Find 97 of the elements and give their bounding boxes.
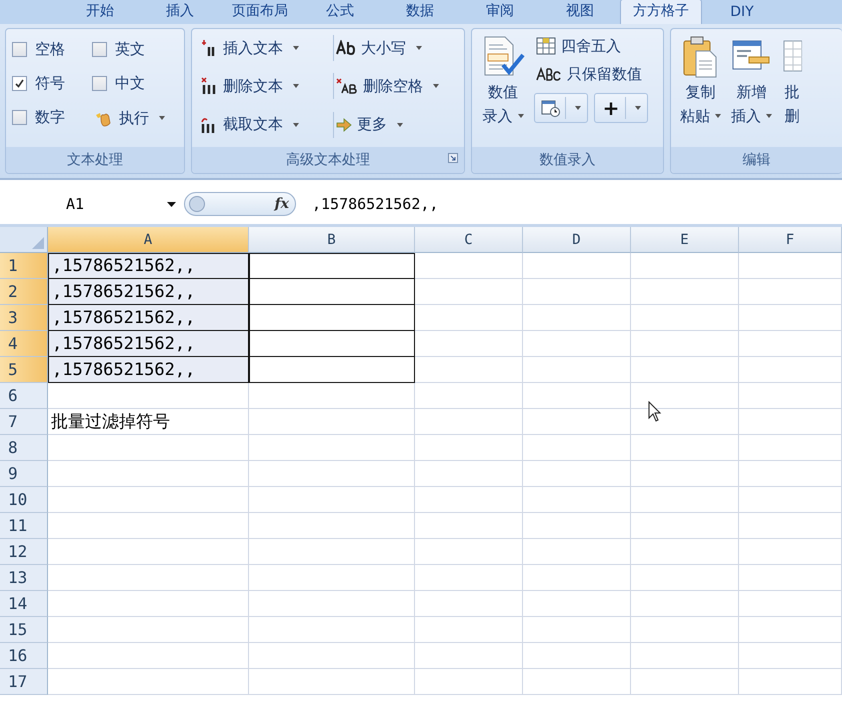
checkbox[interactable]	[12, 42, 27, 56]
ribbon-button[interactable]: 只保留数值	[534, 61, 648, 87]
caret-icon	[159, 116, 165, 120]
ribbon-button[interactable]: 更多	[334, 112, 458, 138]
checkbox-label: 空格	[35, 40, 65, 58]
split-button[interactable]: +	[594, 93, 648, 123]
column-header[interactable]: F	[739, 227, 842, 253]
checkbox[interactable]	[12, 76, 27, 90]
ribbon-tab[interactable]: 数据	[380, 0, 460, 24]
caret-icon	[293, 122, 299, 127]
group-title: 数值录入	[472, 147, 663, 173]
number-entry-button[interactable]: 数值 录入	[478, 33, 528, 143]
checkbox[interactable]	[12, 110, 27, 124]
ribbon-tab[interactable]: 页面布局	[220, 0, 300, 24]
ribbon-tab[interactable]: 开始	[60, 0, 140, 24]
clipboard-icon	[682, 35, 718, 79]
row-header[interactable]: 15	[0, 617, 48, 643]
table-cell: ,15786521562,,	[48, 279, 249, 305]
ribbon-tab[interactable]: DIY	[702, 2, 782, 24]
row-header[interactable]: 1	[0, 253, 48, 279]
checkbox-label: 数字	[35, 108, 65, 126]
ribbon-button[interactable]: 四舍五入	[534, 33, 648, 59]
remove-space-icon	[336, 78, 358, 94]
calendar-clock-icon	[541, 99, 561, 117]
caret-icon	[293, 84, 299, 88]
row-header[interactable]: 11	[0, 513, 48, 539]
ribbon-button[interactable]: 删除空格	[334, 73, 458, 100]
ribbon-button[interactable]: 截取文本	[198, 112, 334, 138]
insert-function-button[interactable]: fx	[272, 196, 291, 212]
row-header[interactable]: 9	[0, 461, 48, 487]
ribbon-tab[interactable]: 公式	[300, 0, 380, 24]
caret-icon	[167, 202, 176, 206]
column-header[interactable]: E	[631, 227, 739, 253]
row-header[interactable]: 8	[0, 435, 48, 461]
ribbon-button[interactable]: 插入文本	[198, 35, 334, 61]
row-header[interactable]: 16	[0, 643, 48, 669]
column-header[interactable]: D	[523, 227, 631, 253]
checkbox[interactable]	[92, 76, 107, 90]
column-header[interactable]: B	[249, 227, 415, 253]
group-title: 编辑	[670, 147, 842, 173]
delete-text-icon	[200, 77, 218, 96]
checkbox-label: 符号	[35, 74, 65, 92]
row-header[interactable]: 7	[0, 409, 48, 435]
table-cell: ,15786521562,,	[48, 357, 249, 383]
row-header[interactable]: 10	[0, 487, 48, 513]
checkbox[interactable]	[92, 42, 107, 56]
ribbon-button[interactable]: 大小写	[334, 35, 458, 61]
letters-icon	[536, 67, 562, 81]
caret-icon	[766, 114, 772, 118]
caret-icon	[416, 46, 422, 50]
ribbon-button[interactable]: 新增 插入	[728, 33, 775, 143]
ribbon-tab[interactable]: 插入	[140, 0, 220, 24]
name-box[interactable]: A1	[48, 195, 184, 213]
caret-icon	[293, 46, 299, 50]
caret-icon	[714, 114, 721, 118]
row-header[interactable]: 14	[0, 591, 48, 617]
ribbon-button[interactable]: 复制 粘贴	[676, 33, 724, 143]
corner-triangle-icon	[32, 237, 44, 249]
row-header[interactable]: 6	[0, 383, 48, 409]
row-header[interactable]: 17	[0, 669, 48, 695]
caret-icon	[433, 84, 439, 88]
row-header[interactable]: 3	[0, 305, 48, 331]
split-button[interactable]	[534, 93, 588, 123]
column-header[interactable]: A	[48, 227, 249, 253]
caret-icon	[518, 114, 524, 118]
caret-icon	[635, 106, 641, 110]
row-header[interactable]: 5	[0, 357, 48, 383]
checkbox-label: 英文	[115, 40, 145, 58]
ribbon-button[interactable]: 删除文本	[198, 73, 334, 100]
table-cell: ,15786521562,,	[48, 253, 249, 279]
column-header[interactable]: C	[415, 227, 523, 253]
caret-icon	[575, 106, 581, 110]
row-header[interactable]: 13	[0, 565, 48, 591]
ribbon-tab[interactable]: 审阅	[460, 0, 540, 24]
group-title: 文本处理	[6, 147, 184, 173]
ribbon-button[interactable]: 批 删	[778, 33, 805, 143]
grid-percent-icon	[536, 37, 556, 55]
formula-input[interactable]: ,15786521562,,	[312, 195, 438, 213]
group-title: 高级文本处理	[192, 147, 464, 173]
arrow-icon	[336, 118, 352, 132]
ribbon-tab[interactable]: 方方格子	[620, 0, 702, 24]
row-header[interactable]: 4	[0, 331, 48, 357]
pointer-icon	[648, 401, 662, 423]
select-all-corner[interactable]	[0, 227, 48, 253]
dialog-launcher-icon[interactable]	[448, 153, 458, 163]
row-header[interactable]: 12	[0, 539, 48, 565]
letter-case-icon	[336, 40, 356, 56]
table-cell: 批量过滤掉符号	[48, 409, 249, 435]
execute-button[interactable]: 执行	[92, 105, 184, 131]
table-cell: ,15786521562,,	[48, 331, 249, 357]
table-cell: ,15786521562,,	[48, 305, 249, 331]
ribbon-tab[interactable]: 视图	[540, 0, 620, 24]
checkmark-icon	[14, 78, 25, 88]
resize-handle[interactable]	[189, 196, 205, 212]
caret-icon	[397, 122, 403, 127]
row-header[interactable]: 2	[0, 279, 48, 305]
checkbox-label: 中文	[115, 74, 145, 92]
